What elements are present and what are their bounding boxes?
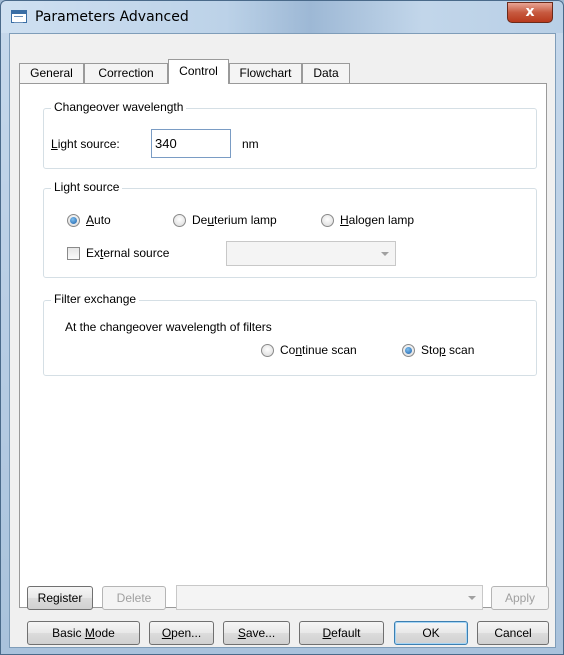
- control-tab-panel: Changeover wavelength Light source: nm L…: [19, 83, 547, 608]
- tab-data[interactable]: Data: [302, 63, 350, 83]
- save-button[interactable]: Save...: [223, 621, 290, 645]
- light-source-group-label: Light source: [51, 180, 123, 194]
- external-source-checkbox[interactable]: [67, 247, 80, 260]
- title-bar[interactable]: Parameters Advanced x: [1, 1, 563, 33]
- close-button[interactable]: x: [507, 2, 553, 23]
- tab-general[interactable]: General: [19, 63, 84, 83]
- open-button[interactable]: Open...: [149, 621, 214, 645]
- cancel-button[interactable]: Cancel: [477, 621, 549, 645]
- chevron-down-icon: [381, 251, 389, 256]
- register-name-dropdown[interactable]: [176, 585, 483, 610]
- halogen-lamp-radio[interactable]: [321, 214, 334, 227]
- filter-exchange-group-label: Filter exchange: [51, 292, 140, 306]
- light-source-wavelength-label: Light source:: [51, 137, 120, 151]
- filter-exchange-description: At the changeover wavelength of filters: [65, 320, 272, 334]
- continue-scan-label[interactable]: Continue scan: [280, 343, 357, 357]
- tab-flowchart[interactable]: Flowchart: [229, 63, 302, 83]
- application-icon: [11, 10, 27, 23]
- tab-correction[interactable]: Correction: [84, 63, 168, 83]
- stop-scan-label[interactable]: Stop scan: [421, 343, 474, 357]
- basic-mode-button[interactable]: Basic Mode: [27, 621, 140, 645]
- ok-button[interactable]: OK: [394, 621, 468, 645]
- changeover-wavelength-input[interactable]: [151, 129, 231, 158]
- deuterium-lamp-radio[interactable]: [173, 214, 186, 227]
- auto-radio-label[interactable]: Auto: [86, 213, 111, 227]
- register-button[interactable]: Register: [27, 586, 93, 610]
- external-source-dropdown[interactable]: [226, 241, 396, 266]
- delete-button[interactable]: Delete: [102, 586, 166, 610]
- auto-radio[interactable]: [67, 214, 80, 227]
- halogen-lamp-label[interactable]: Halogen lamp: [340, 213, 414, 227]
- dialog-window: Parameters Advanced x General Correction…: [0, 0, 564, 655]
- window-title: Parameters Advanced: [35, 9, 189, 25]
- chevron-down-icon: [468, 595, 476, 600]
- wavelength-unit-label: nm: [242, 137, 259, 151]
- tab-control[interactable]: Control: [168, 59, 229, 84]
- apply-button[interactable]: Apply: [491, 586, 549, 610]
- deuterium-lamp-label[interactable]: Deuterium lamp: [192, 213, 277, 227]
- continue-scan-radio[interactable]: [261, 344, 274, 357]
- external-source-label[interactable]: External source: [86, 246, 169, 260]
- stop-scan-radio[interactable]: [402, 344, 415, 357]
- changeover-group-label: Changeover wavelength: [51, 100, 187, 114]
- default-button[interactable]: Default: [299, 621, 384, 645]
- filter-exchange-group: Filter exchange: [43, 292, 537, 376]
